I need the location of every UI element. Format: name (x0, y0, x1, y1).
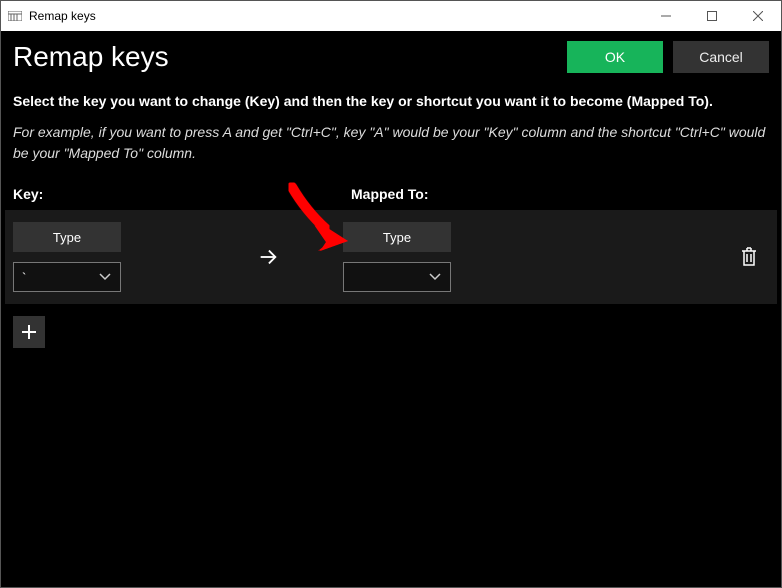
key-cell: Type ` (13, 222, 193, 292)
column-headers: Key: Mapped To: (1, 164, 781, 210)
column-header-key: Key: (13, 186, 351, 202)
cancel-button[interactable]: Cancel (673, 41, 769, 73)
ok-button[interactable]: OK (567, 41, 663, 73)
key-select-value: ` (22, 270, 98, 285)
window-title: Remap keys (29, 9, 96, 23)
arrow-icon (193, 246, 343, 268)
add-mapping-button[interactable] (13, 316, 45, 348)
minimize-button[interactable] (643, 1, 689, 31)
delete-row-button[interactable] (729, 247, 769, 267)
mapped-select[interactable] (343, 262, 451, 292)
instructions: Select the key you want to change (Key) … (1, 81, 781, 164)
column-header-mapped: Mapped To: (351, 186, 769, 202)
chevron-down-icon (428, 273, 442, 281)
maximize-button[interactable] (689, 1, 735, 31)
mapped-cell: Type (343, 222, 523, 292)
chevron-down-icon (98, 273, 112, 281)
mapping-row: Type ` Type (5, 210, 777, 304)
close-button[interactable] (735, 1, 781, 31)
page-title: Remap keys (13, 41, 557, 73)
key-select[interactable]: ` (13, 262, 121, 292)
key-type-button[interactable]: Type (13, 222, 121, 252)
app-icon (7, 8, 23, 24)
instruction-primary: Select the key you want to change (Key) … (13, 91, 769, 112)
header: Remap keys OK Cancel (1, 31, 781, 81)
mapped-type-button[interactable]: Type (343, 222, 451, 252)
titlebar: Remap keys (1, 1, 781, 31)
instruction-example: For example, if you want to press A and … (13, 122, 769, 164)
